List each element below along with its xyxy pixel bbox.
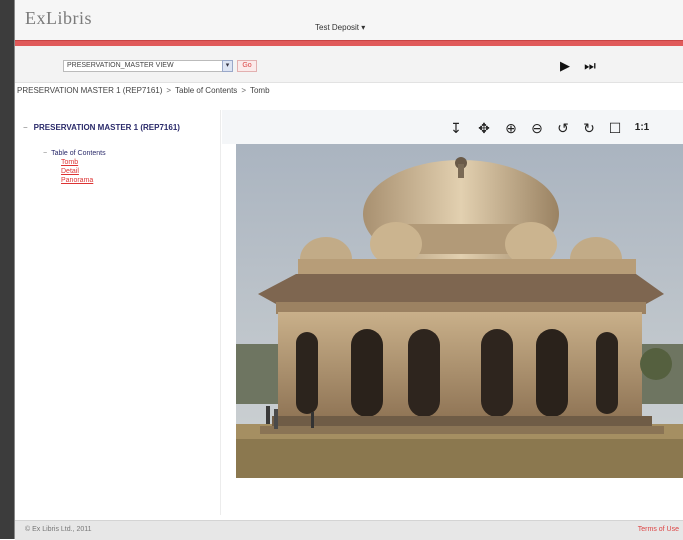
- representation-toolbar: PRESERVATION_MASTER VIEW ▾ Go ▶ ⏭: [15, 46, 683, 83]
- tree-root[interactable]: − PRESERVATION MASTER 1 (REP7161): [23, 122, 193, 133]
- exlibris-logo: ExLibris: [25, 8, 92, 28]
- actual-size-button[interactable]: 1:1: [632, 119, 652, 137]
- breadcrumb-item[interactable]: PRESERVATION MASTER 1 (REP7161): [17, 86, 162, 95]
- viewer-toolbar: ↧ ✥ ⊕ ⊖ ↺ ↻ ☐ 1:1: [222, 110, 683, 144]
- download-icon[interactable]: ↧: [446, 119, 466, 137]
- tree-leaf-panorama[interactable]: Panorama: [61, 177, 93, 184]
- representation-select[interactable]: PRESERVATION_MASTER VIEW: [63, 60, 233, 72]
- collapse-icon[interactable]: −: [23, 123, 28, 132]
- tree-root-label: PRESERVATION MASTER 1 (REP7161): [33, 123, 180, 132]
- collapse-icon[interactable]: −: [43, 150, 47, 157]
- tree-leaf-tomb[interactable]: Tomb: [61, 159, 78, 166]
- breadcrumb-separator: >: [166, 86, 172, 95]
- zoom-in-icon[interactable]: ⊕: [501, 119, 521, 137]
- copyright-text: © Ex Libris Ltd., 2011: [25, 526, 92, 533]
- play-icon[interactable]: ▶: [556, 58, 574, 74]
- tree-node-toc[interactable]: − Table of Contents: [43, 150, 106, 157]
- pan-icon[interactable]: ✥: [474, 119, 494, 137]
- zoom-out-icon[interactable]: ⊖: [527, 119, 547, 137]
- structure-tree-panel: − PRESERVATION MASTER 1 (REP7161) − Table …: [15, 110, 221, 515]
- rotate-right-icon[interactable]: ↻: [579, 119, 599, 137]
- rotate-left-icon[interactable]: ↺: [553, 119, 573, 137]
- window-edge: [0, 0, 15, 539]
- fit-page-icon[interactable]: ☐: [605, 119, 625, 137]
- footer-link[interactable]: Terms of Use: [638, 526, 679, 533]
- deposit-menu[interactable]: Test Deposit ▾: [315, 23, 365, 32]
- skip-forward-icon[interactable]: ⏭: [581, 58, 599, 74]
- tree-leaf-detail[interactable]: Detail: [61, 168, 79, 175]
- tree-toc-label: Table of Contents: [51, 150, 106, 157]
- breadcrumb-item[interactable]: Tomb: [250, 86, 270, 95]
- monument-photo: [236, 144, 683, 478]
- footer-bar: © Ex Libris Ltd., 2011 Terms of Use: [15, 520, 683, 540]
- image-viewer: ↧ ✥ ⊕ ⊖ ↺ ↻ ☐ 1:1: [222, 110, 683, 515]
- go-button[interactable]: Go: [237, 60, 257, 72]
- breadcrumb: PRESERVATION MASTER 1 (REP7161) > Table of…: [15, 86, 683, 102]
- breadcrumb-separator: >: [241, 86, 246, 95]
- breadcrumb-item[interactable]: Table of Contents: [175, 86, 237, 95]
- chevron-down-icon[interactable]: ▾: [222, 60, 233, 72]
- header-bar: ExLibris Test Deposit ▾: [15, 0, 683, 40]
